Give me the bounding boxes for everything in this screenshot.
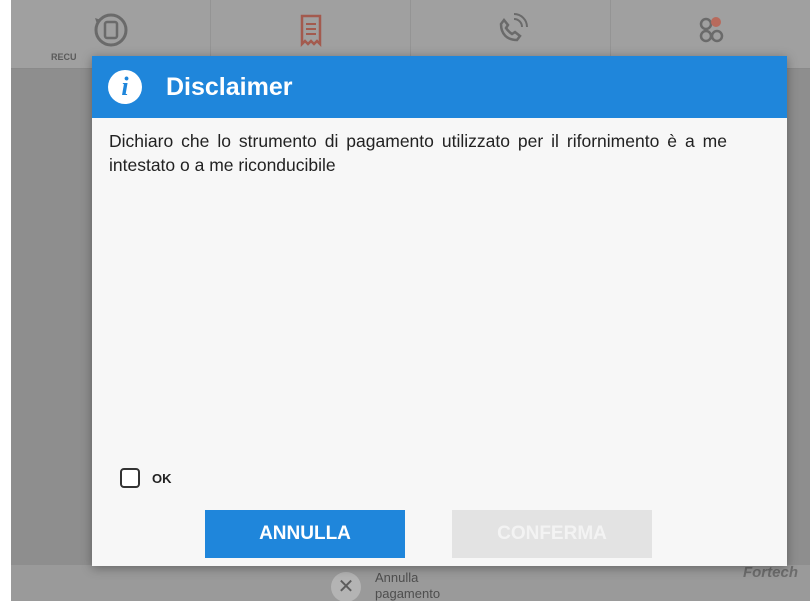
confirm-button[interactable]: CONFERMA [452, 510, 652, 558]
brand-logo: Fortech [742, 564, 798, 581]
ok-checkbox-row[interactable]: OK [120, 468, 172, 488]
left-margin [0, 0, 11, 601]
phone-call-icon [499, 13, 528, 42]
ok-checkbox[interactable] [120, 468, 140, 488]
close-icon: ✕ [331, 572, 361, 601]
disclaimer-dialog: i Disclaimer Dichiaro che lo strumento d… [92, 56, 787, 566]
dialog-header: i Disclaimer [92, 56, 787, 118]
cancel-payment-label: Annulla pagamento [375, 570, 441, 601]
info-icon: i [108, 70, 142, 104]
cancel-button[interactable]: ANNULLA [205, 510, 405, 558]
dialog-title: Disclaimer [166, 73, 293, 101]
toolbar-item-label: RECU [51, 52, 77, 62]
coins-icon [699, 17, 723, 43]
recharge-icon [94, 13, 127, 47]
receipt-icon [300, 14, 321, 48]
cancel-payment-button[interactable]: ✕ Annulla pagamento [331, 570, 455, 601]
disclaimer-text: Dichiaro che lo strumento di pagamento u… [109, 131, 727, 175]
kiosk-screen: RECU ✕ Annulla pagamento Fortech i Discl… [11, 0, 810, 601]
ok-checkbox-label[interactable]: OK [152, 471, 172, 486]
